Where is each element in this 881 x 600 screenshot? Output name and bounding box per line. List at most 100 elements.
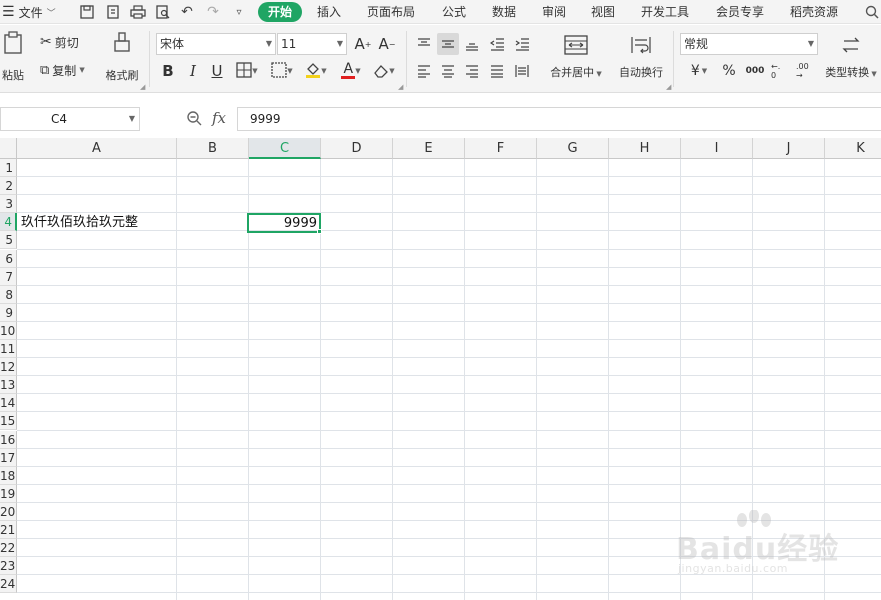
increase-decimal-button[interactable]: ←.0 <box>767 60 789 82</box>
column-header-A[interactable]: A <box>17 138 177 159</box>
cell-A4[interactable]: 玖仟玖佰玖拾玖元整 <box>21 214 138 232</box>
cut-button[interactable]: ✂ 剪切 <box>40 33 79 51</box>
font-name-select[interactable]: 宋体 ▼ <box>156 33 276 55</box>
decrease-font-size-button[interactable]: A − <box>376 33 398 55</box>
row-header-24[interactable]: 24 <box>0 575 17 594</box>
row-header-9[interactable]: 9 <box>0 303 17 322</box>
row-header-7[interactable]: 7 <box>0 267 17 286</box>
row-header-3[interactable]: 3 <box>0 195 17 214</box>
row-header-12[interactable]: 12 <box>0 358 17 377</box>
insert-function-button[interactable]: fx <box>212 109 226 127</box>
percent-button[interactable]: % <box>718 60 740 82</box>
align-top-button[interactable] <box>413 33 435 55</box>
align-center-button[interactable] <box>437 60 459 82</box>
row-header-2[interactable]: 2 <box>0 177 17 196</box>
align-bottom-button[interactable] <box>461 33 483 55</box>
merge-center-button[interactable]: 合并居中 ▼ <box>546 35 606 80</box>
row-header-1[interactable]: 1 <box>0 159 17 177</box>
row-header-6[interactable]: 6 <box>0 249 17 268</box>
clipboard-group-launcher-icon[interactable]: ◢ <box>140 83 145 91</box>
row-header-19[interactable]: 19 <box>0 484 17 503</box>
tab-developer[interactable]: 开发工具 <box>641 3 689 21</box>
row-header-13[interactable]: 13 <box>0 376 17 395</box>
format-painter-button[interactable]: 格式刷 <box>102 31 142 83</box>
customize-icon[interactable]: ▿ <box>230 3 248 21</box>
row-header-18[interactable]: 18 <box>0 466 17 485</box>
italic-button[interactable]: I <box>183 60 203 82</box>
column-header-G[interactable]: G <box>537 138 609 159</box>
column-header-D[interactable]: D <box>321 138 393 159</box>
row-header-20[interactable]: 20 <box>0 502 17 521</box>
row-header-17[interactable]: 17 <box>0 448 17 467</box>
type-convert-button[interactable]: 类型转换 ▼ <box>822 35 880 80</box>
tab-page-layout[interactable]: 页面布局 <box>367 3 415 21</box>
align-middle-button[interactable] <box>437 33 459 55</box>
column-header-B[interactable]: B <box>177 138 249 159</box>
decrease-decimal-button[interactable]: .00→ <box>792 60 814 82</box>
tab-docer[interactable]: 稻壳资源 <box>790 3 838 21</box>
column-header-H[interactable]: H <box>609 138 681 159</box>
increase-font-size-button[interactable]: A + <box>352 33 374 55</box>
font-group-launcher-icon[interactable]: ◢ <box>398 83 403 91</box>
search-icon[interactable] <box>863 3 881 21</box>
clear-format-button[interactable]: ▼ <box>369 60 399 82</box>
print-preview-icon[interactable] <box>154 3 172 21</box>
column-header-K[interactable]: K <box>825 138 881 159</box>
cell-style-button[interactable]: ▼ <box>268 60 296 82</box>
column-header-I[interactable]: I <box>681 138 753 159</box>
row-header-22[interactable]: 22 <box>0 539 17 558</box>
borders-button[interactable]: ▼ <box>232 60 262 82</box>
select-all-corner[interactable] <box>0 138 17 159</box>
justify-button[interactable] <box>486 60 508 82</box>
bold-button[interactable]: B <box>158 60 178 82</box>
row-header-4[interactable]: 4 <box>0 213 17 232</box>
tab-data[interactable]: 数据 <box>492 3 516 21</box>
formula-input[interactable]: 9999 <box>237 107 881 131</box>
thousands-separator-button[interactable]: 000 <box>743 60 767 82</box>
copy-button[interactable]: ⧉ 复制 ▼ <box>40 61 85 79</box>
fill-color-button[interactable]: ▼ <box>301 60 331 82</box>
column-header-J[interactable]: J <box>753 138 825 159</box>
align-left-button[interactable] <box>413 60 435 82</box>
save-icon[interactable] <box>78 3 96 21</box>
name-box[interactable]: C4 ▼ <box>0 107 140 131</box>
wrap-text-button[interactable]: 自动换行 <box>614 35 668 80</box>
active-cell-selection[interactable] <box>247 213 321 233</box>
row-header-21[interactable]: 21 <box>0 521 17 539</box>
tab-home[interactable]: 开始 <box>258 2 303 22</box>
row-header-15[interactable]: 15 <box>0 412 17 431</box>
row-header-8[interactable]: 8 <box>0 285 17 304</box>
currency-button[interactable]: ¥ ▼ <box>684 60 714 82</box>
paste-button[interactable]: 粘贴 <box>0 31 26 83</box>
row-header-10[interactable]: 10 <box>0 321 17 340</box>
row-header-16[interactable]: 16 <box>0 430 17 449</box>
underline-button[interactable]: U <box>207 60 227 82</box>
row-header-11[interactable]: 11 <box>0 340 17 358</box>
column-header-F[interactable]: F <box>465 138 537 159</box>
increase-indent-button[interactable] <box>511 33 533 55</box>
number-format-select[interactable]: 常规 ▼ <box>680 33 818 55</box>
align-right-button[interactable] <box>461 60 483 82</box>
column-header-E[interactable]: E <box>393 138 465 159</box>
font-size-select[interactable]: 11 ▼ <box>277 33 347 55</box>
file-menu[interactable]: ☰ 文件 ﹀ <box>0 0 56 24</box>
tab-formulas[interactable]: 公式 <box>442 3 466 21</box>
column-header-C[interactable]: C <box>249 138 321 159</box>
print-icon[interactable] <box>129 3 147 21</box>
decrease-indent-button[interactable] <box>486 33 508 55</box>
alignment-group-launcher-icon[interactable]: ◢ <box>666 83 671 91</box>
distributed-align-button[interactable] <box>511 60 533 82</box>
row-header-5[interactable]: 5 <box>0 231 17 250</box>
zoom-icon[interactable] <box>186 110 202 130</box>
export-pdf-icon[interactable] <box>104 3 122 21</box>
undo-icon[interactable]: ↶ <box>178 3 196 21</box>
tab-member[interactable]: 会员专享 <box>716 3 764 21</box>
redo-icon[interactable]: ↷ <box>204 3 222 21</box>
tab-view[interactable]: 视图 <box>591 3 615 21</box>
row-header-23[interactable]: 23 <box>0 557 17 576</box>
fill-handle[interactable] <box>317 229 322 234</box>
row-header-14[interactable]: 14 <box>0 394 17 413</box>
tab-review[interactable]: 审阅 <box>542 3 566 21</box>
tab-insert[interactable]: 插入 <box>317 3 341 21</box>
font-color-button[interactable]: A ▼ <box>336 60 366 82</box>
